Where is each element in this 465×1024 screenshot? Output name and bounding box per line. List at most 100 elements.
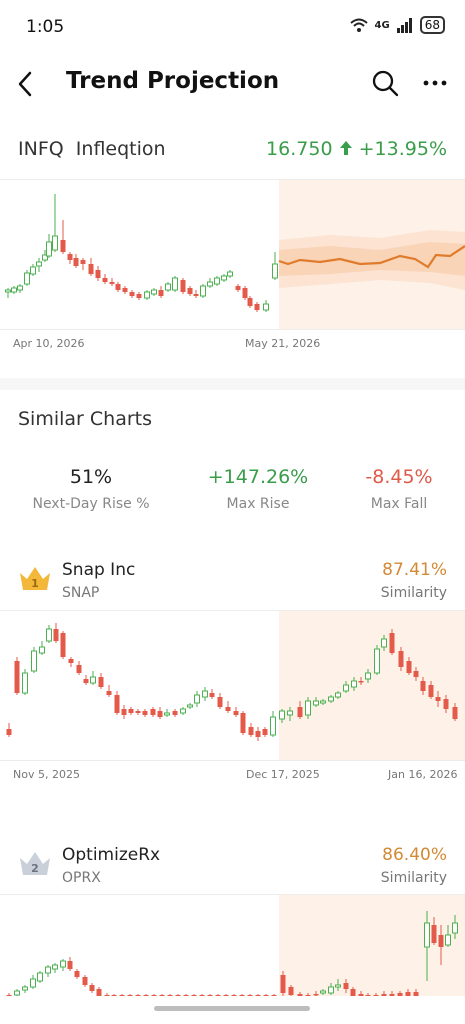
candle-body [271,995,277,996]
candle-body [227,271,233,277]
stat-value: 51% [69,466,113,488]
candle-body [119,995,125,996]
candle-body [335,692,341,698]
candle-body [76,665,82,673]
search-icon[interactable] [370,68,400,98]
candle-body [114,695,120,713]
candle-body [202,690,208,698]
similar-charts-title: Similar Charts [18,408,153,430]
candle-body [438,935,444,947]
candle-body [373,995,379,996]
candle-body [424,922,430,948]
candle-body [183,995,189,996]
more-icon[interactable] [420,68,450,98]
candle-body [435,697,441,701]
divider [0,329,465,330]
candle-body [135,711,141,713]
candle-body [136,294,142,298]
candle-body [343,983,349,989]
wifi-icon [349,18,368,32]
candle-body [328,986,334,994]
home-indicator [154,1006,310,1011]
candle-body [270,716,276,736]
candle-body [297,707,303,717]
candle-body [194,694,200,704]
chart-date-mid: Dec 17, 2025 [246,768,320,781]
candle-body [288,987,294,995]
candle-body [381,994,387,996]
candle-body [350,989,356,996]
candle-body [255,995,261,996]
candle-body [89,985,95,991]
candle-body [46,628,52,642]
candle-body [157,711,163,717]
candle-body [365,995,371,996]
candle-body [262,729,268,735]
candle-body [217,697,223,707]
candle-body [320,990,326,994]
match-name: Snap Inc [62,560,136,580]
candle-body [248,727,254,735]
candle-body [11,287,17,293]
candle-body [221,275,227,281]
future-area [279,611,465,761]
chart-date-start: Nov 5, 2025 [13,768,80,781]
candle-body [115,284,121,290]
candle-body [122,288,128,292]
candle-body [200,285,206,297]
candle-body [239,995,245,996]
stock-price-change: 16.750 +13.95% [266,138,447,160]
candle-body [109,282,115,284]
candle-body [398,651,404,667]
candle-body [24,272,30,285]
candle-body [90,676,96,684]
stock-summary[interactable]: INFQ Infleqtion 16.750 +13.95% [0,130,465,170]
stat-label: Max Fall [370,496,428,512]
candle-body [36,261,42,267]
status-time: 1:05 [26,17,65,37]
match-item-snap[interactable]: 1 Snap Inc SNAP 87.41% Similarity [0,555,465,605]
candle-body [223,995,229,996]
candle-body [175,995,181,996]
candle-body [365,672,371,680]
candle-body [159,995,165,996]
match-similarity: 87.41% [382,560,447,580]
candle-body [17,285,23,291]
snap-candlestick-chart[interactable] [0,611,465,761]
oprx-candlestick-chart[interactable] [0,895,465,996]
match-ticker: SNAP [62,585,100,601]
candle-body [443,699,449,709]
candle-body [305,995,311,996]
candle-body [60,960,66,968]
match-similarity: 86.40% [382,845,447,865]
match-ticker: OPRX [62,870,101,886]
stat-value: -8.45% [365,466,433,488]
chart-date-end: Jan 16, 2026 [388,768,458,781]
section-separator [0,378,465,390]
candle-body [413,992,419,996]
candle-body [142,711,148,715]
candle-body [167,995,173,996]
candle-body [313,700,319,706]
candle-body [305,700,311,716]
candle-body [420,681,426,691]
candle-body [247,995,253,996]
candle-body [187,288,193,294]
candle-body [328,696,334,702]
candle-body [111,995,117,996]
main-candlestick-chart[interactable] [0,180,465,330]
candle-body [22,986,28,991]
candle-body [413,671,419,677]
candle-body [254,304,260,310]
back-icon[interactable] [12,66,40,102]
match-item-oprx[interactable]: 2 OptimizeRx OPRX 86.40% Similarity [0,840,465,890]
candle-body [5,289,11,293]
page-title: Trend Projection [66,68,280,94]
status-icons: 4G 68 [349,16,445,34]
company-name: Infleqtion [75,138,166,160]
crown-rank: 2 [31,862,39,875]
candle-body [279,710,285,720]
candle-body [30,978,36,988]
candle-body [172,711,178,715]
candle-body [106,691,112,695]
